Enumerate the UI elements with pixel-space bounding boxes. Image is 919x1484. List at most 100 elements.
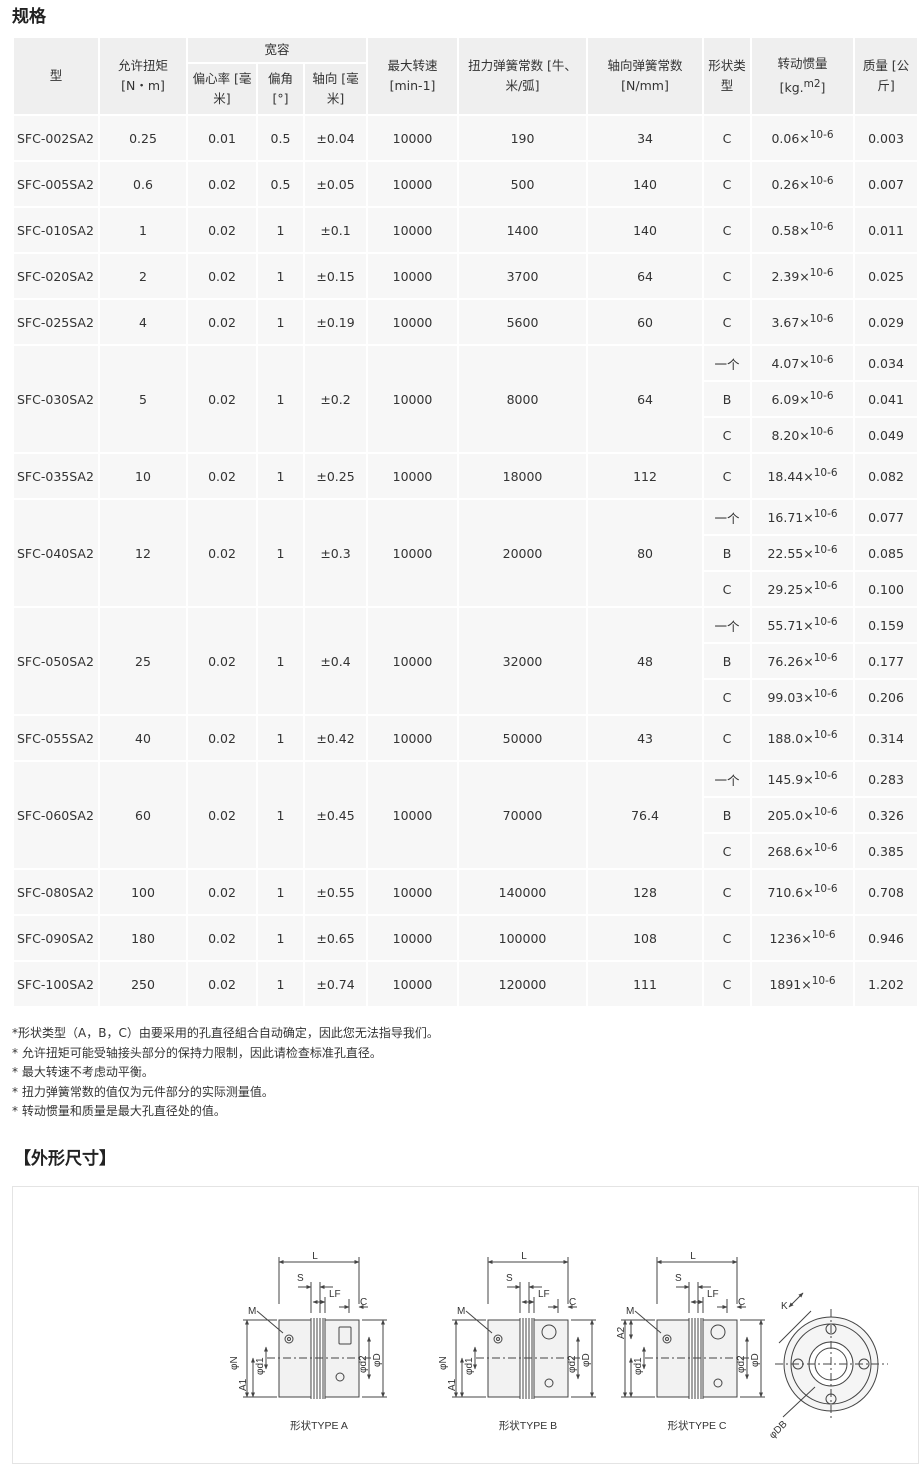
note-item: * 允许扭矩可能受轴接头部分的保持力限制，因此请检查标准孔直径。	[12, 1045, 382, 1060]
cell-inertia: 8.20×10-6	[752, 418, 854, 452]
cell-max-speed: 10000	[368, 116, 458, 160]
inertia-exponent: 10-6	[813, 616, 838, 629]
dim-label-s: S	[297, 1273, 304, 1284]
cell-axial-spring: 34	[588, 116, 703, 160]
header-eccentricity: 偏心率 [毫米]	[188, 64, 256, 114]
cell-torsional-spring: 70000	[459, 762, 587, 868]
header-inertia: 转动惯量 [kg.m2]	[752, 38, 854, 114]
table-row: SFC-040SA2 12 0.02 1 ±0.3 10000 20000 80 一个 16.71…	[14, 500, 918, 606]
cell-axial: ±0.4	[305, 608, 367, 714]
inertia-value: 205.0×	[767, 808, 814, 824]
note-item: *形状类型（A，B，C）由要采用的孔直径組合自动确定，因此您无法指导我们。	[12, 1026, 439, 1040]
table-row: SFC-030SA2 5 0.02 1 ±0.2 10000 8000 64 一个 4.07×10…	[14, 346, 918, 452]
inertia-value: 3.67×	[771, 315, 810, 331]
inertia-exponent: 10-6	[813, 806, 838, 819]
cell-max-speed: 10000	[368, 916, 458, 960]
cell-axial-spring: 43	[588, 716, 703, 760]
header-mass: 质量 [公斤]	[855, 38, 918, 114]
cell-axial: ±0.74	[305, 962, 367, 1006]
dim-label-lf: LF	[707, 1289, 719, 1300]
dim-label-m: M	[626, 1306, 634, 1317]
cell-shape-type: B	[704, 644, 751, 678]
cell-mass: 0.314	[855, 716, 918, 760]
cell-mass: 0.708	[855, 870, 918, 914]
cell-eccentricity: 0.02	[188, 346, 256, 452]
inertia-exponent: 10-6	[813, 883, 838, 896]
cell-shape-type: 一个	[704, 608, 751, 642]
cell-shape-type: C	[704, 300, 751, 344]
cell-axial: ±0.55	[305, 870, 367, 914]
cell-mass: 0.011	[855, 208, 918, 252]
cell-inertia: 205.0×10-6	[752, 798, 854, 832]
cell-shape-type: C	[704, 572, 751, 606]
cell-shape-type: B	[704, 382, 751, 416]
cell-axial-spring: 111	[588, 962, 703, 1006]
cell-torque: 5	[100, 346, 186, 452]
cell-mass: 0.326	[855, 798, 918, 832]
cell-mass: 0.034	[855, 346, 918, 380]
dim-label-d2: φd2	[736, 1355, 747, 1373]
table-row: SFC-025SA2 4 0.02 1 ±0.19 10000 5600 60 C 3.67×10…	[14, 300, 918, 344]
cell-torsional-spring: 3700	[459, 254, 587, 298]
coupling-end-view: K φDB	[767, 1292, 888, 1441]
dim-label-d1: φd1	[255, 1357, 266, 1375]
inertia-value: 4.07×	[771, 356, 810, 372]
header-inertia-unit: m2	[803, 77, 821, 90]
cell-axial: ±0.3	[305, 500, 367, 606]
dim-label-l: L	[312, 1251, 318, 1262]
cell-torque: 180	[100, 916, 186, 960]
cell-angle: 1	[258, 762, 303, 868]
cell-mass: 0.100	[855, 572, 918, 606]
dim-label-n: φN	[229, 1356, 240, 1370]
cell-torsional-spring: 20000	[459, 500, 587, 606]
cell-torque: 4	[100, 300, 186, 344]
inertia-value: 0.58×	[771, 223, 810, 239]
cell-mass: 0.025	[855, 254, 918, 298]
cell-angle: 1	[258, 608, 303, 714]
cell-eccentricity: 0.01	[188, 116, 256, 160]
cell-inertia: 2.39×10-6	[752, 254, 854, 298]
inertia-value: 76.26×	[767, 654, 814, 670]
cell-model: SFC-030SA2	[14, 346, 98, 452]
cell-torsional-spring: 100000	[459, 916, 587, 960]
table-row: SFC-002SA2 0.25 0.01 0.5 ±0.04 10000 190 34 C 0.0…	[14, 116, 918, 160]
dim-label-m: M	[457, 1306, 465, 1317]
cell-angle: 1	[258, 870, 303, 914]
notes-list: *形状类型（A，B，C）由要采用的孔直径組合自动确定，因此您无法指导我们。 * 允…	[12, 1024, 439, 1122]
cell-axial-spring: 60	[588, 300, 703, 344]
header-axial: 轴向 [毫米]	[305, 64, 367, 114]
table-row: SFC-100SA2 250 0.02 1 ±0.74 10000 120000 111 C 18…	[14, 962, 918, 1006]
cell-torsional-spring: 1400	[459, 208, 587, 252]
cell-torsional-spring: 32000	[459, 608, 587, 714]
inertia-value: 1236×	[769, 931, 812, 947]
cell-model: SFC-035SA2	[14, 454, 98, 498]
cell-mass: 0.049	[855, 418, 918, 452]
cell-torque: 2	[100, 254, 186, 298]
inertia-value: 16.71×	[767, 510, 814, 526]
inertia-value: 0.06×	[771, 131, 810, 147]
inertia-value: 29.25×	[767, 582, 814, 598]
cell-axial-spring: 64	[588, 254, 703, 298]
type-b-caption: 形状TYPE B	[499, 1419, 557, 1432]
cell-mass: 1.202	[855, 962, 918, 1006]
cell-max-speed: 10000	[368, 762, 458, 868]
cell-shape-type: C	[704, 870, 751, 914]
cell-inertia: 76.26×10-6	[752, 644, 854, 678]
cell-shape-type: C	[704, 116, 751, 160]
cell-max-speed: 10000	[368, 162, 458, 206]
cell-model: SFC-050SA2	[14, 608, 98, 714]
cell-shape-type: C	[704, 680, 751, 714]
cell-mass: 0.177	[855, 644, 918, 678]
inertia-exponent: 10-6	[811, 929, 836, 942]
cell-inertia: 0.58×10-6	[752, 208, 854, 252]
dim-label-l: L	[690, 1251, 696, 1262]
table-row: SFC-055SA2 40 0.02 1 ±0.42 10000 50000 43 C 188.0…	[14, 716, 918, 760]
inertia-value: 22.55×	[767, 546, 814, 562]
cell-angle: 1	[258, 208, 303, 252]
cell-inertia: 1236×10-6	[752, 916, 854, 960]
cell-torsional-spring: 50000	[459, 716, 587, 760]
cell-eccentricity: 0.02	[188, 962, 256, 1006]
cell-inertia: 0.06×10-6	[752, 116, 854, 160]
cell-eccentricity: 0.02	[188, 870, 256, 914]
dimensions-title: 【外形尺寸】	[14, 1149, 116, 1169]
